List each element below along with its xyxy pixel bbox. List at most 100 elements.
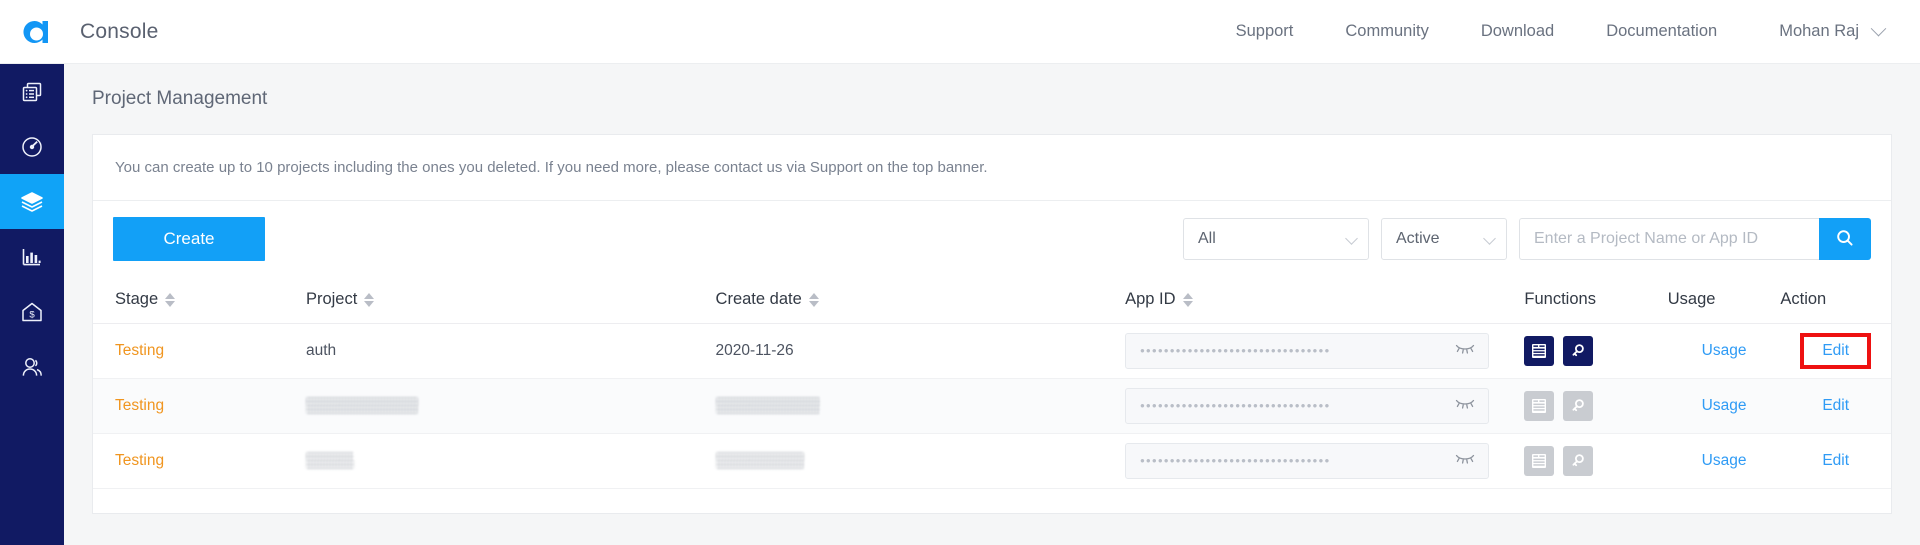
app-id-field[interactable]: •••••••••••••••••••••••••••••••• [1125,332,1490,369]
filters: All Active [1183,218,1871,260]
nav-community[interactable]: Community [1319,22,1454,41]
eye-closed-icon[interactable] [1454,451,1476,470]
filter-status-select[interactable]: Active [1381,218,1507,260]
eye-closed-icon[interactable] [1454,396,1476,415]
sidebar-item-finance[interactable]: $ [0,284,64,339]
column-header-app-id[interactable]: App ID [1125,277,1525,324]
table-row[interactable]: Testing auth 2020-11-26 ••••••••••••••••… [93,323,1891,379]
nav-documentation[interactable]: Documentation [1580,22,1743,41]
app-id-masked-value: •••••••••••••••••••••••••••••••• [1140,344,1331,357]
nav-support[interactable]: Support [1210,22,1320,41]
sidebar: $ [0,64,64,545]
main-content: Project Management You can create up to … [64,64,1920,545]
sort-arrows-icon[interactable] [808,292,819,307]
sort-arrows-icon[interactable] [1182,292,1193,307]
nav-download[interactable]: Download [1455,22,1580,41]
sidebar-item-dashboard[interactable] [0,119,64,174]
column-label-functions: Functions [1524,290,1596,309]
column-label-stage: Stage [115,290,159,309]
cell-action: Edit [1780,433,1891,489]
cell-app-id: •••••••••••••••••••••••••••••••• [1125,323,1525,379]
usage-link[interactable]: Usage [1702,397,1747,414]
column-header-functions: Functions [1524,277,1668,324]
app-id-masked-value: •••••••••••••••••••••••••••••••• [1140,454,1331,467]
app-id-masked-value: •••••••••••••••••••••••••••••••• [1140,399,1331,412]
sidebar-item-project-management[interactable] [0,174,64,229]
edit-highlight-annotation: Edit [1800,332,1872,369]
app-id-field[interactable]: •••••••••••••••••••••••••••••••• [1125,387,1490,424]
cell-app-id: •••••••••••••••••••••••••••••••• [1125,378,1525,434]
column-header-usage: Usage [1667,277,1781,324]
cell-functions [1524,378,1668,434]
status-badge: Testing [115,396,165,414]
key-icon[interactable] [1563,335,1594,366]
sort-arrows-icon[interactable] [165,292,176,307]
cell-usage: Usage [1667,433,1781,489]
cell-create-date [715,433,1126,489]
cell-project: auth [305,323,716,379]
redacted-project-name [305,451,354,469]
chevron-down-icon [1870,20,1887,37]
sidebar-item-analytics[interactable] [0,229,64,284]
user-menu[interactable]: Mohan Raj [1743,20,1894,41]
create-button[interactable]: Create [113,217,265,261]
bar-chart-icon [19,244,45,270]
eye-closed-icon[interactable] [1454,341,1476,360]
table-toolbar: Create All Active [93,201,1891,277]
filter-status-value: Active [1396,230,1440,247]
table-header-row: Stage Project Create date App ID Functio… [93,277,1891,324]
redacted-project-name [305,396,418,414]
config-list-icon[interactable] [1524,335,1555,366]
chevron-down-icon [1345,232,1358,245]
cell-stage: Testing [93,323,306,379]
column-header-stage[interactable]: Stage [93,277,306,324]
search-button[interactable] [1819,218,1871,260]
cell-stage: Testing [93,433,306,489]
edit-link[interactable]: Edit [1822,452,1849,469]
cell-action: Edit [1780,378,1891,434]
column-label-app-id: App ID [1125,290,1176,309]
user-icon [19,354,45,380]
page-title: Project Management [92,88,268,109]
cell-stage: Testing [93,378,306,434]
sidebar-item-members[interactable] [0,339,64,394]
filter-type-select[interactable]: All [1183,218,1369,260]
table-row[interactable]: Testing •••••••••••••••••••••••••••••••• [93,433,1891,489]
column-header-action: Action [1780,277,1891,324]
search-icon [1835,228,1855,251]
search-input[interactable] [1519,218,1819,260]
usage-link[interactable]: Usage [1702,452,1747,469]
cell-usage: Usage [1667,378,1781,434]
quota-notice-text: You can create up to 10 projects includi… [115,159,988,176]
column-label-usage: Usage [1667,290,1716,309]
sort-arrows-icon[interactable] [364,292,375,307]
projects-panel: You can create up to 10 projects includi… [92,134,1892,514]
agora-logo-icon[interactable] [14,9,60,55]
column-label-create-date: Create date [715,290,802,309]
top-navigation: Support Community Download Documentation… [1210,20,1894,41]
top-bar: Console Support Community Download Docum… [0,0,1920,64]
config-list-icon [1524,390,1555,421]
key-icon [1563,445,1594,476]
status-badge: Testing [115,451,165,469]
column-header-project[interactable]: Project [305,277,716,324]
filter-type-value: All [1198,230,1216,247]
app-title: Console [80,19,159,43]
redacted-create-date [715,451,804,469]
user-name: Mohan Raj [1779,22,1859,40]
gauge-icon [19,134,45,160]
cell-create-date [715,378,1126,434]
column-label-project: Project [305,290,358,309]
config-list-icon [1524,445,1555,476]
column-header-create-date[interactable]: Create date [715,277,1126,324]
key-icon [1563,390,1594,421]
usage-link[interactable]: Usage [1702,342,1747,359]
app-id-field[interactable]: •••••••••••••••••••••••••••••••• [1125,442,1490,479]
cell-project [305,433,716,489]
cell-usage: Usage [1667,323,1781,379]
edit-link[interactable]: Edit [1822,397,1849,414]
documents-icon [19,79,45,105]
table-row[interactable]: Testing •••••••••••••••••••••••••••••••• [93,378,1891,434]
sidebar-item-projects[interactable] [0,64,64,119]
edit-link[interactable]: Edit [1822,342,1849,359]
